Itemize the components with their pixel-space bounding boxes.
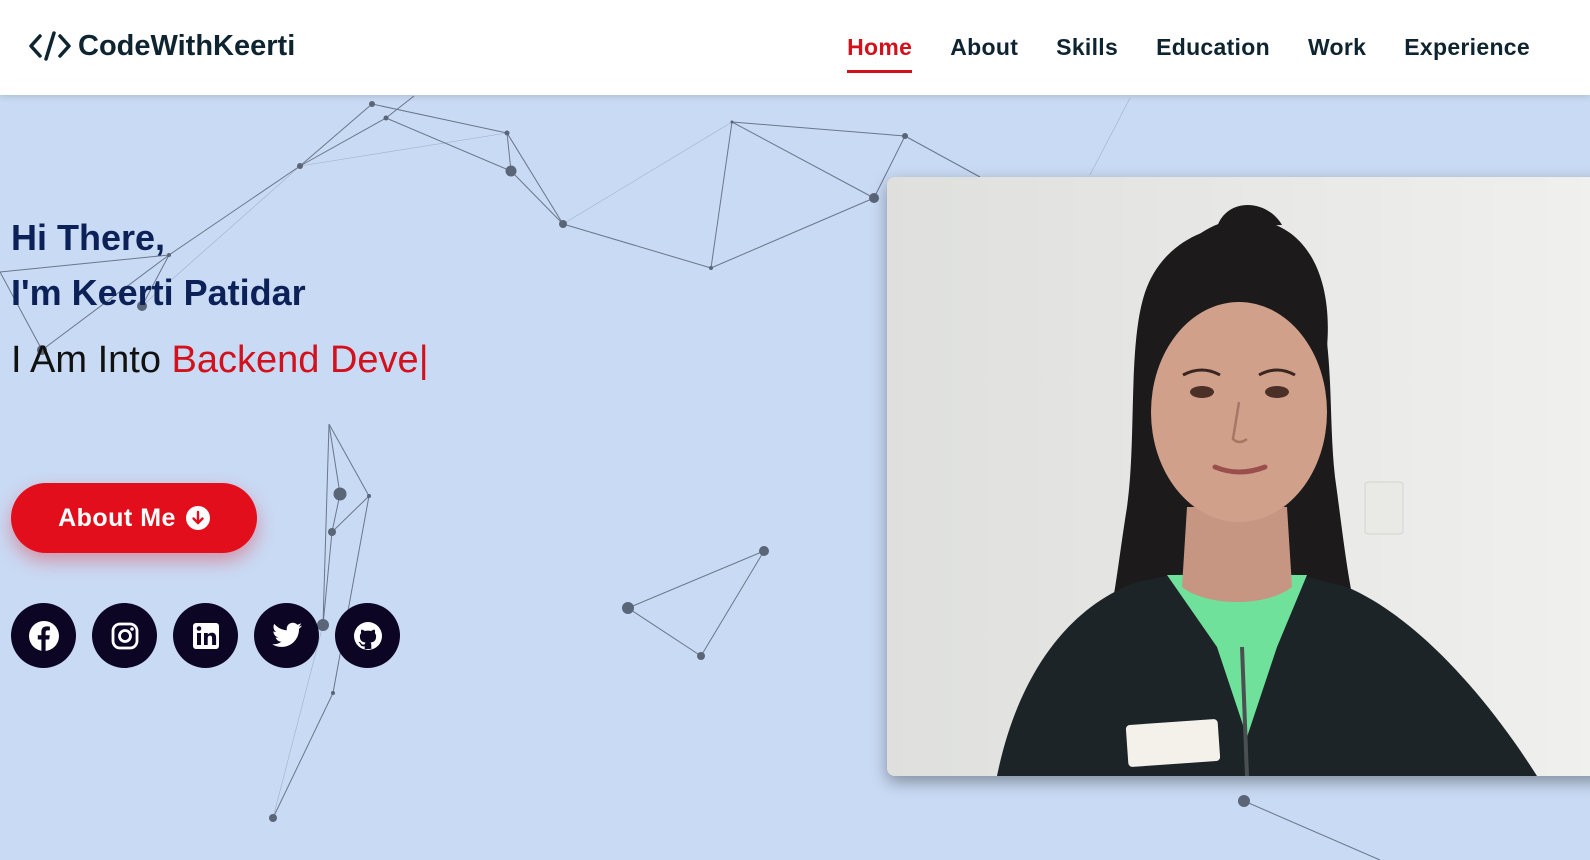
typed-role-line: I Am Into Backend Deve| <box>11 334 429 386</box>
greeting-line-2: I'm Keerti Patidar <box>11 272 306 313</box>
typing-cursor: | <box>418 339 429 381</box>
github-icon <box>353 621 382 650</box>
nav-home[interactable]: Home <box>847 28 913 73</box>
logo-text: CodeWithKeerti <box>78 29 296 62</box>
arrow-down-circle-icon <box>185 506 210 530</box>
facebook-icon <box>28 620 59 651</box>
main-nav: Home About Skills Education Work Experie… <box>847 0 1530 95</box>
hero-intro: Hi There, I'm Keerti Patidar I Am Into B… <box>11 210 429 386</box>
twitter-link[interactable] <box>254 603 319 668</box>
linkedin-icon <box>192 622 219 649</box>
linkedin-link[interactable] <box>173 603 238 668</box>
typed-role: Backend Deve <box>171 339 419 381</box>
nav-skills[interactable]: Skills <box>1056 28 1118 67</box>
nav-experience[interactable]: Experience <box>1404 28 1530 67</box>
greeting-line-1: Hi There, <box>11 217 166 258</box>
nav-education[interactable]: Education <box>1156 28 1270 67</box>
typed-prefix: I Am Into <box>11 339 172 381</box>
about-me-button[interactable]: About Me <box>11 483 257 553</box>
about-me-button-label: About Me <box>58 503 176 532</box>
site-logo[interactable]: CodeWithKeerti <box>28 26 295 66</box>
github-link[interactable] <box>335 603 400 668</box>
site-header: CodeWithKeerti Home About Skills Educati… <box>0 0 1590 95</box>
twitter-icon <box>271 622 302 647</box>
portrait-illustration <box>887 177 1590 776</box>
profile-photo <box>887 177 1590 776</box>
nav-about[interactable]: About <box>950 28 1018 67</box>
social-links <box>11 603 400 668</box>
facebook-link[interactable] <box>11 603 76 668</box>
instagram-link[interactable] <box>92 603 157 668</box>
instagram-icon <box>111 622 138 649</box>
code-brackets-icon <box>28 30 72 62</box>
nav-work[interactable]: Work <box>1308 28 1366 67</box>
